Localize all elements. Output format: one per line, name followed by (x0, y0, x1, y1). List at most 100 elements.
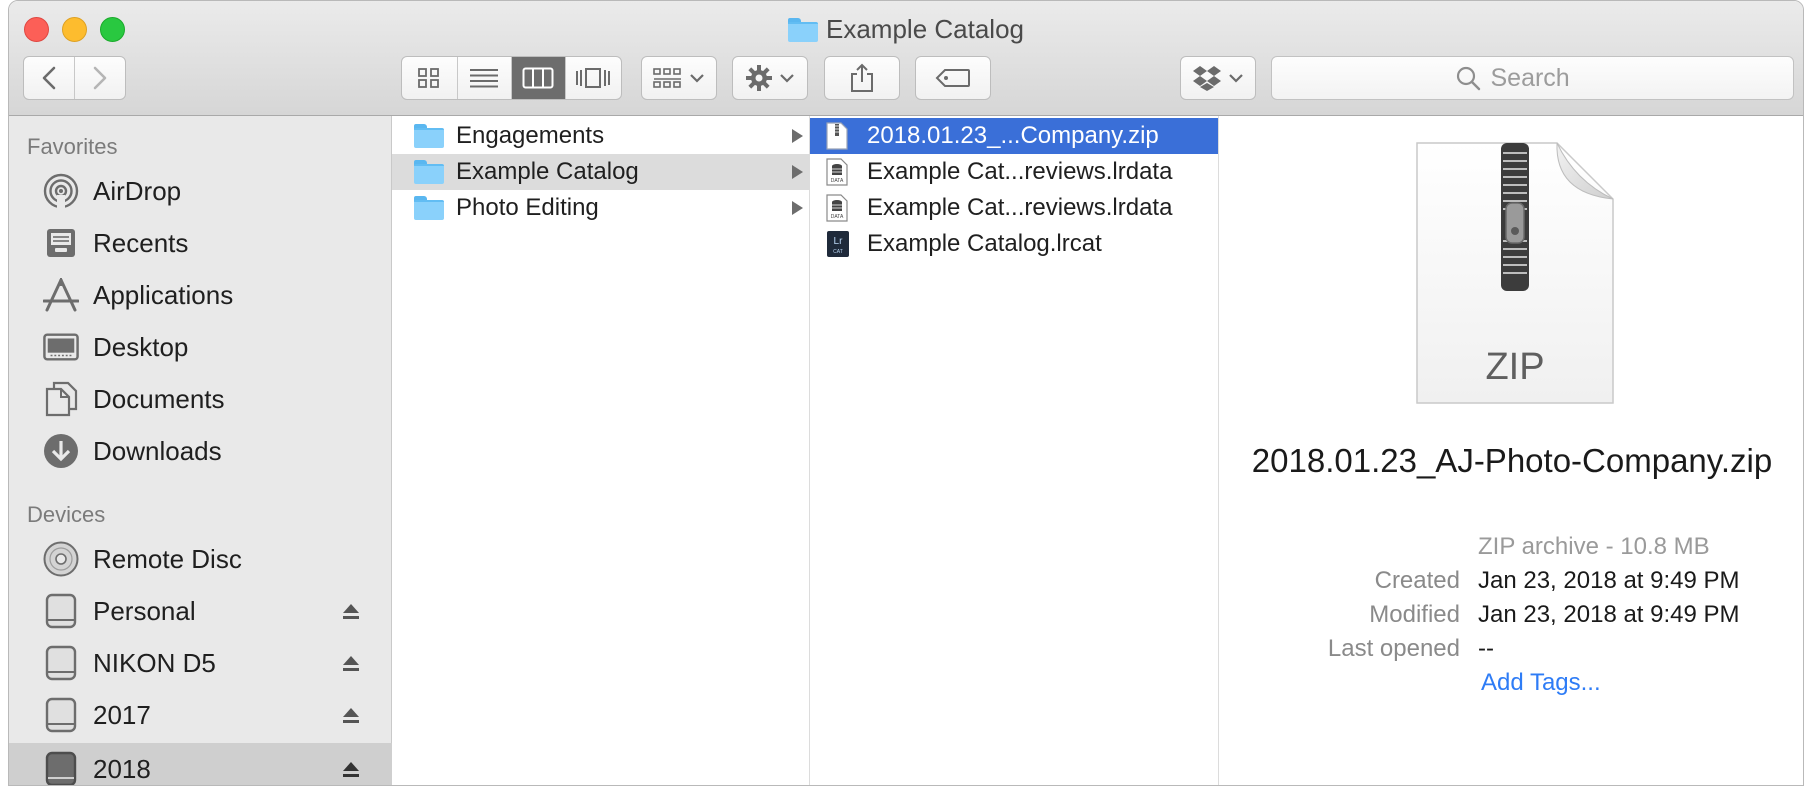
dropbox-button[interactable] (1180, 56, 1256, 100)
sidebar-item-2017[interactable]: 2017 (9, 689, 392, 741)
folder-name: Example Catalog (456, 158, 639, 185)
zip-label: ZIP (1485, 346, 1544, 388)
zip-archive-icon: ZIP (1416, 142, 1614, 404)
last-opened-value: -- (1478, 635, 1494, 662)
sidebar-item-label: Remote Disc (93, 543, 242, 574)
group-icon (653, 68, 681, 88)
desktop-icon (43, 329, 79, 365)
gear-icon (746, 65, 772, 91)
chevron-down-icon (1229, 74, 1243, 83)
svg-text:DATA: DATA (831, 214, 844, 220)
chevron-right-icon (93, 66, 107, 90)
back-button[interactable] (24, 57, 75, 99)
toolbar: Example Catalog (9, 1, 1803, 116)
sidebar-heading-favorites: Favorites (27, 134, 118, 159)
documents-icon (43, 381, 79, 417)
sidebar-item-applications[interactable]: Applications (9, 269, 392, 321)
file-name: Example Cat...reviews.lrdata (867, 158, 1173, 185)
sidebar-item-label: 2018 (93, 753, 151, 784)
folder-row-example-catalog[interactable]: Example Catalog (392, 154, 809, 190)
window-title-bar: Example Catalog (9, 14, 1803, 46)
folder-row-photo-editing[interactable]: Photo Editing (392, 190, 809, 226)
chevron-down-icon (690, 74, 704, 83)
folder-name: Engagements (456, 122, 605, 149)
add-tags-link[interactable]: Add Tags... (1481, 669, 1601, 697)
file-name: Example Catalog.lrcat (867, 230, 1102, 257)
sidebar-item-label: Documents (93, 383, 225, 414)
sidebar-item-label: Recents (93, 227, 189, 258)
file-row[interactable]: 2018.01.23_...Company.zip (810, 118, 1218, 154)
search-field[interactable] (1271, 56, 1794, 100)
chevron-down-icon (780, 74, 794, 83)
file-name: Example Cat...reviews.lrdata (867, 194, 1173, 221)
list-view-button[interactable] (458, 57, 512, 99)
view-mode-control (401, 56, 622, 100)
sidebar-item-label: Applications (93, 279, 234, 310)
group-by-button[interactable] (641, 56, 717, 100)
eject-icon[interactable] (341, 601, 361, 621)
zip-file-icon (826, 122, 848, 150)
action-menu-button[interactable] (732, 56, 808, 100)
share-button[interactable] (824, 56, 900, 100)
eject-icon[interactable] (341, 705, 361, 725)
eject-icon[interactable] (341, 653, 361, 673)
svg-text:DATA: DATA (831, 178, 844, 184)
svg-text:CAT: CAT (833, 249, 843, 255)
created-value: Jan 23, 2018 at 9:49 PM (1478, 567, 1740, 594)
sidebar-item-documents[interactable]: Documents (9, 373, 392, 425)
list-icon (470, 69, 499, 88)
file-row[interactable]: DATA Example Cat...reviews.lrdata (810, 154, 1218, 190)
preview-file-name: 2018.01.23_AJ-Photo-Company.zip (1251, 442, 1773, 479)
sidebar-item-label: AirDrop (93, 175, 182, 206)
disclosure-arrow-icon (792, 129, 803, 143)
recents-icon (43, 225, 79, 261)
folder-row-engagements[interactable]: Engagements (392, 118, 809, 154)
window-title: Example Catalog (826, 14, 1024, 44)
dropbox-icon (1193, 66, 1221, 91)
edit-tags-button[interactable] (915, 56, 991, 100)
drive-icon (43, 697, 79, 733)
sidebar-item-nikon-d5[interactable]: NIKON D5 (9, 637, 392, 689)
drive-icon (43, 751, 79, 785)
modified-label: Modified (1369, 601, 1460, 628)
sidebar-item-airdrop[interactable]: AirDrop (9, 165, 392, 217)
cover-flow-icon (576, 68, 611, 88)
icon-view-button[interactable] (402, 57, 458, 99)
sidebar-item-recents[interactable]: Recents (9, 217, 392, 269)
tag-icon (935, 69, 970, 87)
folder-icon (414, 124, 444, 148)
disclosure-arrow-icon (792, 165, 803, 179)
grid-icon (418, 68, 440, 88)
file-row[interactable]: Lr CAT Example Catalog.lrcat (810, 226, 1218, 262)
eject-icon[interactable] (341, 759, 361, 779)
search-icon (1456, 66, 1480, 91)
columns-icon (522, 67, 554, 89)
cover-flow-view-button[interactable] (566, 57, 621, 99)
share-icon (851, 63, 873, 92)
sidebar-item-personal[interactable]: Personal (9, 585, 392, 637)
sidebar-item-desktop[interactable]: Desktop (9, 321, 392, 373)
preview-pane: ZIP 2018.01.23_AJ-Photo-Company.zip ZIP … (1219, 116, 1803, 785)
sidebar-item-label: NIKON D5 (93, 647, 216, 678)
data-file-icon: DATA (826, 194, 848, 222)
sidebar-item-remote-disc[interactable]: Remote Disc (9, 533, 392, 585)
back-forward-control (23, 56, 126, 100)
data-file-icon: DATA (826, 158, 848, 186)
disc-icon (43, 541, 79, 577)
column-view-button[interactable] (512, 57, 566, 99)
search-input[interactable] (1490, 63, 1611, 93)
browser-column-1: Engagements Example Catalog Photo Editin… (392, 116, 810, 785)
downloads-icon (43, 433, 79, 469)
sidebar-item-2018[interactable]: 2018 (9, 743, 392, 785)
file-row[interactable]: DATA Example Cat...reviews.lrdata (810, 190, 1218, 226)
drive-icon (43, 645, 79, 681)
forward-button[interactable] (75, 57, 126, 99)
drive-icon (43, 593, 79, 629)
sidebar-heading-devices: Devices (27, 502, 106, 527)
lrcat-file-icon: Lr CAT (827, 231, 849, 257)
modified-value: Jan 23, 2018 at 9:49 PM (1478, 601, 1740, 628)
disclosure-arrow-icon (792, 201, 803, 215)
folder-icon (414, 160, 444, 184)
airdrop-icon (43, 173, 79, 209)
sidebar-item-downloads[interactable]: Downloads (9, 425, 392, 477)
